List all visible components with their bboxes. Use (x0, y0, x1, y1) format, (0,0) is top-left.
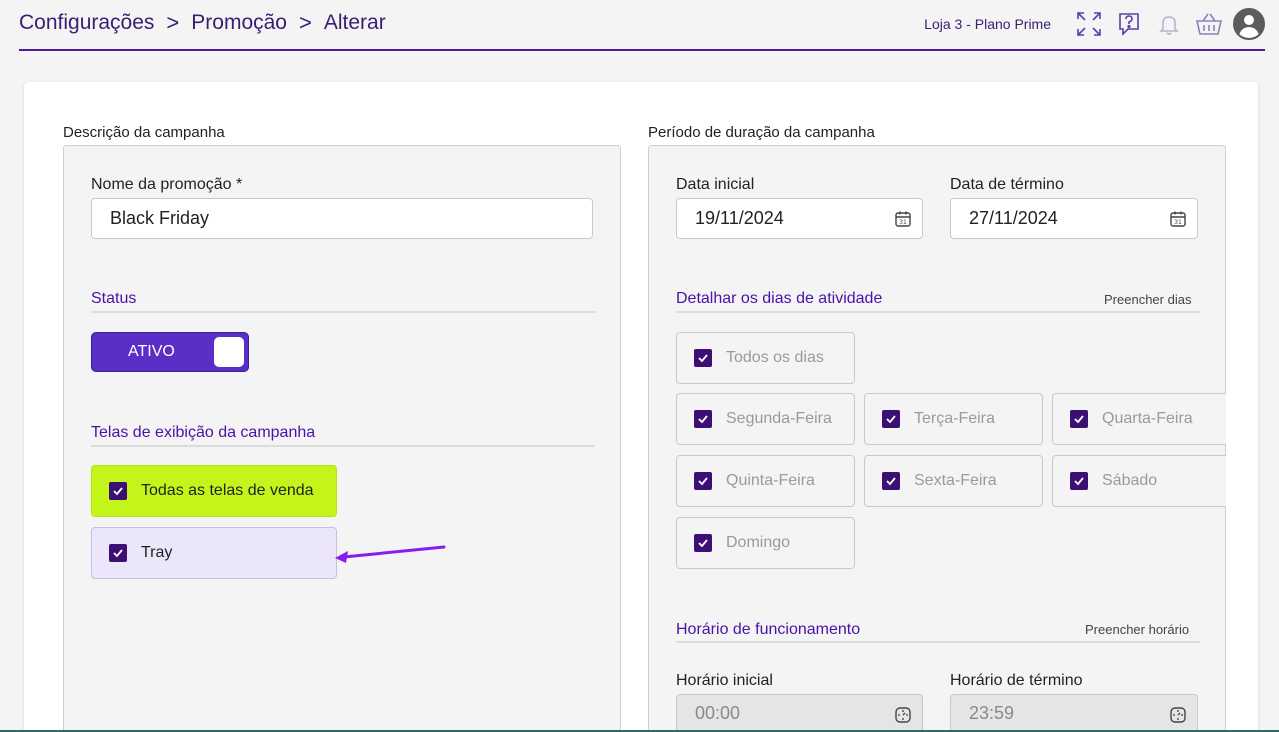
checkbox-checked-icon[interactable] (109, 544, 127, 562)
status-toggle[interactable]: ATIVO (91, 332, 249, 372)
breadcrumb-promotion[interactable]: Promoção (191, 11, 287, 35)
toggle-knob (214, 337, 244, 367)
screen-option-label: Tray (141, 544, 173, 561)
operating-hours-title: Horário de funcionamento (676, 621, 861, 638)
display-screens-title: Telas de exibição da campanha (91, 424, 316, 441)
help-icon[interactable] (1115, 10, 1143, 38)
end-date-input[interactable]: 27/11/2024 31 (950, 198, 1198, 239)
day-label: Todos os dias (726, 349, 824, 366)
campaign-period-title: Período de duração da campanha (648, 124, 875, 141)
header-actions: Loja 3 - Plano Prime (924, 8, 1265, 40)
end-time-label: Horário de término (950, 672, 1083, 689)
annotation-arrow-icon (335, 545, 446, 563)
checkbox-checked-icon[interactable] (694, 349, 712, 367)
start-time-label: Horário inicial (676, 672, 773, 689)
activity-days-divider (676, 311, 1200, 313)
checkbox-checked-icon[interactable] (882, 410, 900, 428)
day-label: Segunda-Feira (726, 410, 832, 427)
fullscreen-icon[interactable] (1075, 10, 1103, 38)
top-bar: Configurações > Promoção > Alterar Loja … (0, 0, 1279, 50)
start-date-value: 19/11/2024 (695, 208, 784, 228)
breadcrumb: Configurações > Promoção > Alterar (19, 10, 386, 36)
screen-option-all[interactable]: Todas as telas de venda (91, 465, 337, 517)
breadcrumb-separator: > (166, 10, 180, 35)
day-option-friday[interactable]: Sexta-Feira (864, 455, 1043, 507)
fill-hours-link[interactable]: Preencher horário (1085, 622, 1189, 637)
end-time-value: 23:59 (969, 703, 1015, 723)
screen-option-label: Todas as telas de venda (141, 482, 314, 499)
breadcrumb-separator: > (299, 10, 312, 35)
day-label: Sexta-Feira (914, 472, 997, 489)
day-label: Quarta-Feira (1102, 410, 1193, 427)
end-date-label: Data de término (950, 176, 1064, 193)
checkbox-checked-icon[interactable] (1070, 410, 1088, 428)
start-date-label: Data inicial (676, 176, 755, 193)
day-label: Sábado (1102, 472, 1158, 489)
day-option-wednesday[interactable]: Quarta-Feira (1052, 393, 1226, 445)
day-option-monday[interactable]: Segunda-Feira (676, 393, 855, 445)
day-option-all[interactable]: Todos os dias (676, 332, 855, 384)
breadcrumb-settings[interactable]: Configurações (19, 11, 154, 35)
svg-text:31: 31 (1174, 219, 1182, 226)
calendar-icon[interactable]: 31 (894, 210, 912, 228)
promotion-name-label: Nome da promoção * (91, 176, 243, 193)
status-title: Status (91, 290, 137, 307)
checkbox-checked-icon[interactable] (109, 482, 127, 500)
checkbox-checked-icon[interactable] (694, 410, 712, 428)
status-toggle-label: ATIVO (128, 343, 175, 360)
start-date-input[interactable]: 19/11/2024 31 (676, 198, 923, 239)
status-divider (91, 311, 595, 313)
fill-days-link[interactable]: Preencher dias (1104, 292, 1191, 307)
day-option-saturday[interactable]: Sábado (1052, 455, 1226, 507)
promotion-name-input[interactable]: Black Friday (91, 198, 593, 239)
calendar-icon[interactable]: 31 (1169, 210, 1187, 228)
campaign-description-title: Descrição da campanha (63, 124, 225, 141)
basket-icon[interactable] (1195, 10, 1223, 38)
operating-hours-divider (676, 641, 1200, 643)
start-time-input[interactable]: 00:00 (676, 694, 923, 732)
end-date-value: 27/11/2024 (969, 208, 1058, 228)
day-label: Quinta-Feira (726, 472, 815, 489)
bell-icon[interactable] (1155, 10, 1183, 38)
checkbox-checked-icon[interactable] (694, 534, 712, 552)
checkbox-checked-icon[interactable] (882, 472, 900, 490)
screen-option-tray[interactable]: Tray (91, 527, 337, 579)
checkbox-checked-icon[interactable] (1070, 472, 1088, 490)
day-option-sunday[interactable]: Domingo (676, 517, 855, 569)
breadcrumb-edit: Alterar (323, 11, 386, 34)
day-option-thursday[interactable]: Quinta-Feira (676, 455, 855, 507)
clock-icon[interactable] (894, 706, 912, 724)
day-label: Domingo (726, 534, 791, 551)
day-option-tuesday[interactable]: Terça-Feira (864, 393, 1043, 445)
start-time-value: 00:00 (695, 703, 741, 723)
end-time-input[interactable]: 23:59 (950, 694, 1198, 732)
clock-icon[interactable] (1169, 706, 1187, 724)
avatar-icon[interactable] (1233, 8, 1265, 40)
header-divider (19, 49, 1265, 51)
svg-text:31: 31 (899, 219, 907, 226)
activity-days-title: Detalhar os dias de atividade (676, 290, 883, 307)
checkbox-checked-icon[interactable] (694, 472, 712, 490)
display-screens-divider (91, 445, 595, 447)
day-label: Terça-Feira (914, 410, 995, 427)
store-label[interactable]: Loja 3 - Plano Prime (924, 16, 1051, 32)
